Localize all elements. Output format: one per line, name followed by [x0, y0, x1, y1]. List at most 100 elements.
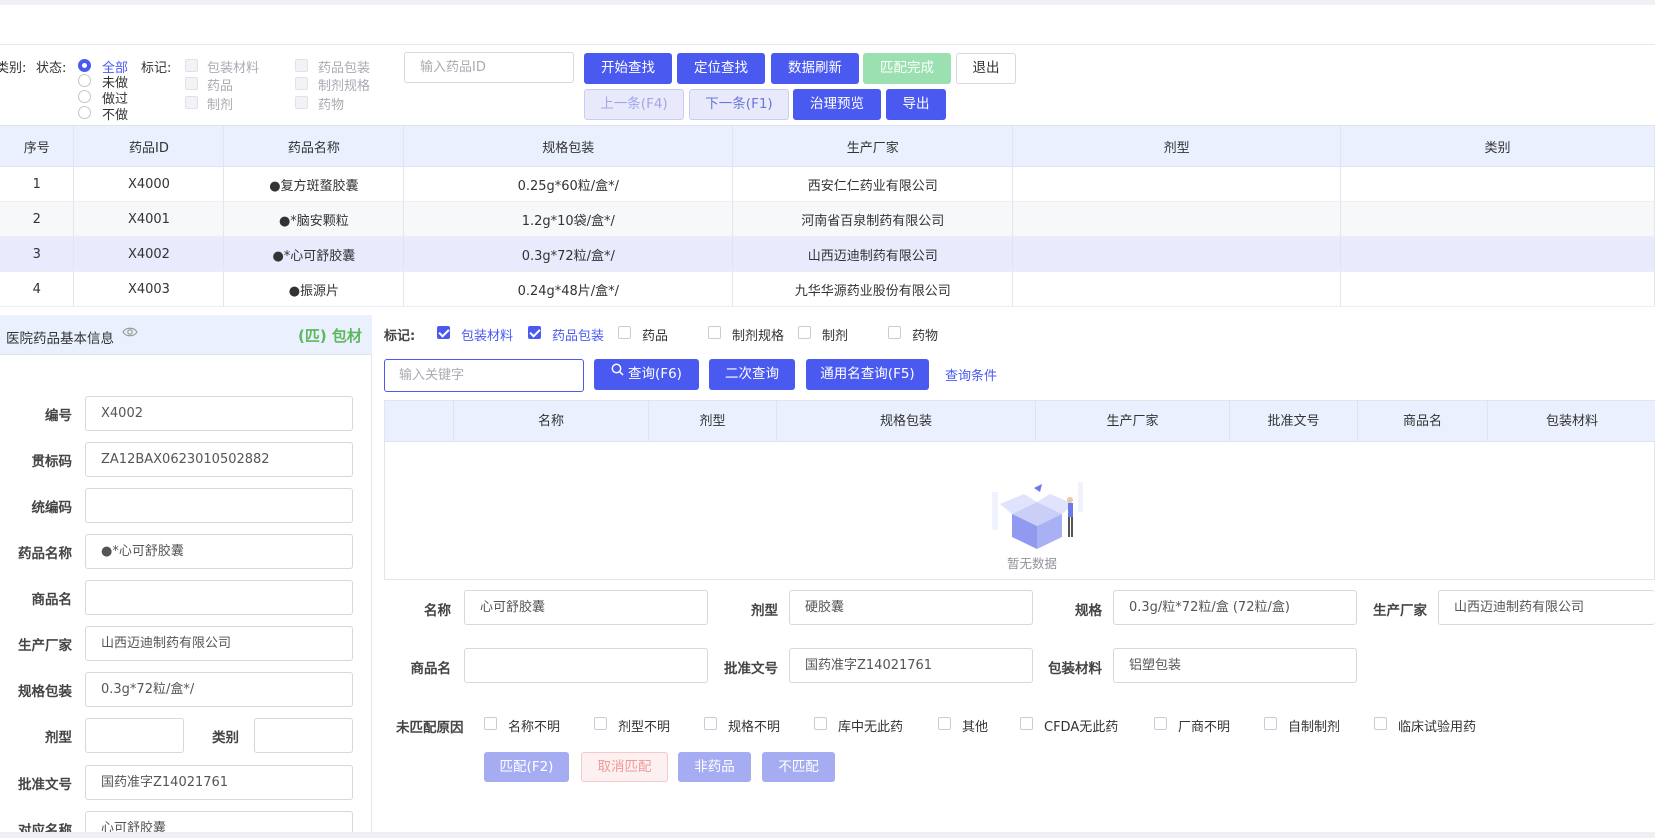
locate-search-button[interactable]: 定位查找 — [677, 53, 765, 84]
column-header-trade-name[interactable]: 商品名 — [1358, 401, 1488, 442]
status-radio-undone[interactable] — [78, 74, 91, 87]
mark-checkbox-drug-packaging[interactable] — [295, 59, 308, 72]
exit-button[interactable]: 退出 — [956, 53, 1016, 84]
right-mark-option-medicine[interactable]: 药物 — [912, 325, 938, 344]
column-header-approval-number[interactable]: 批准文号 — [1230, 401, 1358, 442]
right-mark-checkbox-drug-packaging[interactable] — [528, 326, 541, 339]
column-header-spec[interactable]: 规格包装 — [403, 125, 734, 167]
mark-checkbox-preparation-spec[interactable] — [295, 77, 308, 90]
right-mark-checkbox-drug[interactable] — [618, 326, 631, 339]
reason-checkbox-clinical-trial[interactable] — [1374, 717, 1387, 730]
table-row[interactable]: 1 X4000 ●复方斑蝥胶囊 0.25g*60粒/盒*/ 西安仁仁药业有限公司 — [0, 166, 1655, 202]
refresh-data-button[interactable]: 数据刷新 — [771, 53, 859, 84]
field-input-drug-name[interactable]: ●*心可舒胶囊 — [85, 534, 353, 569]
non-drug-button[interactable]: 非药品 — [678, 752, 751, 782]
column-header-manufacturer[interactable]: 生产厂家 — [732, 125, 1014, 167]
field-input-number[interactable]: X4002 — [85, 396, 353, 431]
form-input-trade-name[interactable] — [464, 648, 708, 683]
match-complete-button[interactable]: 匹配完成 — [863, 53, 951, 84]
mark-option-drug-packaging[interactable]: 药品包装 — [318, 57, 370, 76]
keyword-search-input[interactable]: 输入关键字 — [384, 359, 584, 392]
second-query-button[interactable]: 二次查询 — [709, 359, 795, 390]
start-search-button[interactable]: 开始查找 — [584, 53, 672, 84]
right-mark-checkbox-medicine[interactable] — [888, 326, 901, 339]
right-mark-option-packaging-material[interactable]: 包装材料 — [461, 325, 513, 344]
column-header-manufacturer[interactable]: 生产厂家 — [1036, 401, 1230, 442]
mark-option-preparation-spec[interactable]: 制剂规格 — [318, 75, 370, 94]
column-header-index[interactable]: 序号 — [0, 125, 75, 167]
column-header-spec[interactable]: 规格包装 — [777, 401, 1036, 442]
reason-clinical-trial[interactable]: 临床试验用药 — [1398, 716, 1476, 735]
reason-checkbox-spec-unclear[interactable] — [704, 717, 717, 730]
query-condition-link[interactable]: 查询条件 — [945, 365, 997, 384]
column-header-packaging-material[interactable]: 包装材料 — [1488, 401, 1655, 442]
field-input-spec[interactable]: 0.3g*72粒/盒*/ — [85, 672, 353, 707]
column-header-drug-name[interactable]: 药品名称 — [223, 125, 405, 167]
column-header-dosage-form[interactable]: 剂型 — [649, 401, 777, 442]
reason-name-unclear[interactable]: 名称不明 — [508, 716, 560, 735]
mark-checkbox-drug[interactable] — [185, 77, 198, 90]
status-option-skip[interactable]: 不做 — [102, 104, 128, 123]
mark-option-drug[interactable]: 药品 — [207, 75, 233, 94]
right-mark-checkbox-packaging-material[interactable] — [437, 326, 450, 339]
bottom-scroll-track[interactable] — [0, 832, 1655, 838]
reason-checkbox-not-in-cfda[interactable] — [1020, 717, 1033, 730]
reason-other[interactable]: 其他 — [962, 716, 988, 735]
form-input-manufacturer[interactable]: 山西迈迪制药有限公司 — [1438, 590, 1655, 625]
field-input-trade-name[interactable] — [85, 580, 353, 615]
table-row-selected[interactable]: 3 X4002 ●*心可舒胶囊 0.3g*72粒/盒*/ 山西迈迪制药有限公司 — [0, 236, 1655, 272]
drug-id-input[interactable]: 输入药品ID — [404, 52, 574, 83]
right-mark-checkbox-preparation[interactable] — [798, 326, 811, 339]
right-mark-checkbox-preparation-spec[interactable] — [708, 326, 721, 339]
generic-name-query-button[interactable]: 通用名查询(F5) — [806, 359, 929, 390]
mark-option-medicine[interactable]: 药物 — [318, 94, 344, 113]
right-mark-option-drug[interactable]: 药品 — [642, 325, 668, 344]
mark-option-preparation[interactable]: 制剂 — [207, 94, 233, 113]
form-input-spec[interactable]: 0.3g/粒*72粒/盒 (72粒/盒) — [1113, 590, 1357, 625]
reason-not-in-cfda[interactable]: CFDA无此药 — [1044, 716, 1118, 735]
eye-icon[interactable] — [122, 325, 138, 343]
export-button[interactable]: 导出 — [886, 89, 946, 120]
reason-maker-unclear[interactable]: 厂商不明 — [1178, 716, 1230, 735]
status-radio-skip[interactable] — [78, 106, 91, 119]
form-input-dosage-form[interactable]: 硬胶囊 — [789, 590, 1033, 625]
form-input-packaging-material[interactable]: 铝塑包装 — [1113, 648, 1357, 683]
reason-checkbox-name-unclear[interactable] — [484, 717, 497, 730]
status-radio-done[interactable] — [78, 90, 91, 103]
next-record-button[interactable]: 下一条(F1) — [689, 89, 789, 120]
field-input-unified-code[interactable] — [85, 488, 353, 523]
field-input-dosage-form[interactable] — [85, 718, 184, 753]
no-match-button[interactable]: 不匹配 — [762, 752, 835, 782]
mark-checkbox-packaging-material[interactable] — [185, 59, 198, 72]
reason-spec-unclear[interactable]: 规格不明 — [728, 716, 780, 735]
reason-checkbox-self-made[interactable] — [1264, 717, 1277, 730]
column-header-name[interactable]: 名称 — [454, 401, 649, 442]
reason-dosage-unclear[interactable]: 剂型不明 — [618, 716, 670, 735]
table-row[interactable]: 2 X4001 ●*脑安颗粒 1.2g*10袋/盒*/ 河南省百泉制药有限公司 — [0, 201, 1655, 237]
reason-not-in-library[interactable]: 库中无此药 — [838, 716, 903, 735]
match-button[interactable]: 匹配(F2) — [484, 752, 569, 782]
reason-self-made[interactable]: 自制制剂 — [1288, 716, 1340, 735]
field-input-approval-number[interactable]: 国药准字Z14021761 — [85, 765, 353, 800]
form-input-approval-number[interactable]: 国药准字Z14021761 — [789, 648, 1033, 683]
prev-record-button[interactable]: 上一条(F4) — [584, 89, 684, 120]
reason-checkbox-other[interactable] — [938, 717, 951, 730]
column-header-category[interactable]: 类别 — [1340, 125, 1655, 167]
right-mark-option-drug-packaging[interactable]: 药品包装 — [552, 325, 604, 344]
status-radio-all[interactable] — [78, 59, 91, 72]
governance-preview-button[interactable]: 治理预览 — [793, 89, 881, 120]
column-header-drug-id[interactable]: 药品ID — [73, 125, 225, 167]
reason-checkbox-dosage-unclear[interactable] — [594, 717, 607, 730]
query-button[interactable]: 查询(F6) — [594, 359, 699, 390]
cancel-match-button[interactable]: 取消匹配 — [581, 752, 668, 782]
right-mark-option-preparation-spec[interactable]: 制剂规格 — [732, 325, 784, 344]
table-row[interactable]: 4 X4003 ●振源片 0.24g*48片/盒*/ 九华华源药业股份有限公司 — [0, 271, 1655, 307]
reason-checkbox-not-in-library[interactable] — [814, 717, 827, 730]
mark-checkbox-medicine[interactable] — [295, 96, 308, 109]
field-input-standard-code[interactable]: ZA12BAX0623010502882 — [85, 442, 353, 477]
right-mark-option-preparation[interactable]: 制剂 — [822, 325, 848, 344]
form-input-name[interactable]: 心可舒胶囊 — [464, 590, 708, 625]
mark-option-packaging-material[interactable]: 包装材料 — [207, 57, 259, 76]
mark-checkbox-preparation[interactable] — [185, 96, 198, 109]
column-header-dosage-form[interactable]: 剂型 — [1012, 125, 1342, 167]
